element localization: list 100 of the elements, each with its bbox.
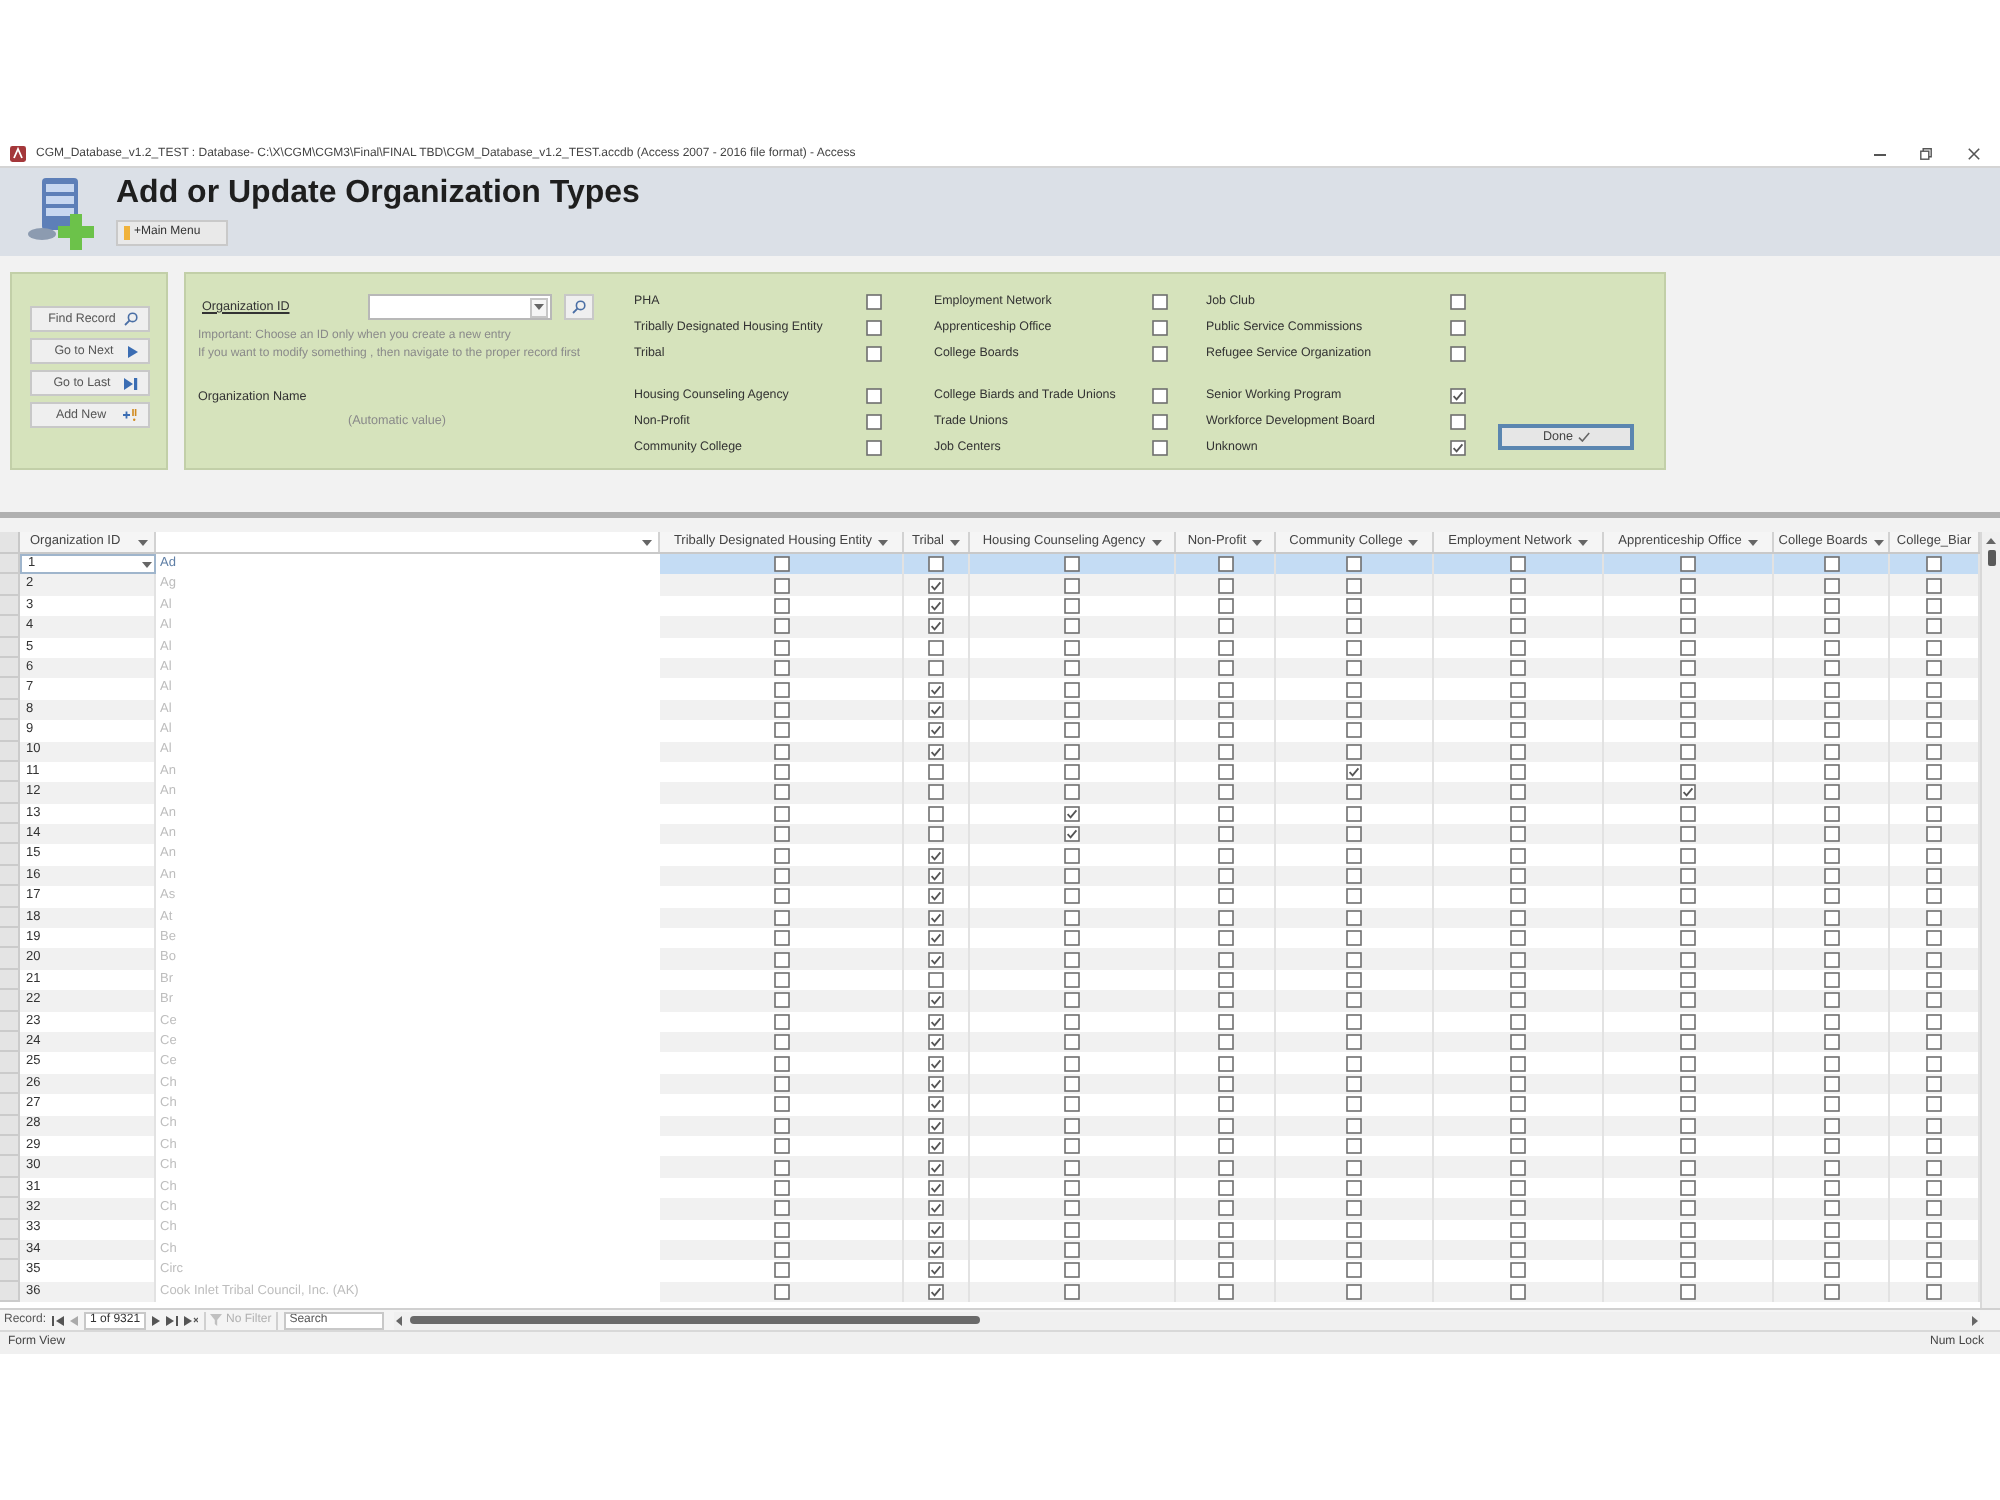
checkbox[interactable] <box>1823 951 1839 968</box>
checkbox[interactable] <box>773 1242 789 1259</box>
checkbox[interactable] <box>1680 743 1696 760</box>
checkbox[interactable] <box>1064 847 1080 864</box>
checkbox[interactable] <box>928 1159 944 1176</box>
checkbox[interactable] <box>1510 743 1526 760</box>
checkbox[interactable] <box>928 1055 944 1072</box>
checkbox[interactable] <box>1346 1096 1362 1113</box>
checkbox[interactable] <box>928 1179 944 1196</box>
checkbox[interactable] <box>773 930 789 947</box>
checkbox[interactable] <box>1926 1221 1942 1238</box>
checkbox[interactable] <box>1680 1013 1696 1030</box>
scroll-left-icon[interactable] <box>395 1315 402 1325</box>
vertical-scrollbar[interactable] <box>1980 532 2000 1308</box>
checkbox[interactable] <box>1510 1096 1526 1113</box>
checkbox[interactable] <box>1510 1262 1526 1279</box>
checkbox[interactable] <box>773 1055 789 1072</box>
checkbox[interactable] <box>1346 701 1362 718</box>
checkbox[interactable] <box>1217 1242 1233 1259</box>
checkbox[interactable] <box>1680 1221 1696 1238</box>
checkbox[interactable] <box>1152 439 1168 455</box>
checkbox[interactable] <box>1217 1055 1233 1072</box>
checkbox[interactable] <box>1926 701 1942 718</box>
checkbox[interactable] <box>773 1096 789 1113</box>
checkbox[interactable] <box>1152 345 1168 361</box>
checkbox[interactable] <box>928 1013 944 1030</box>
checkbox[interactable] <box>1217 1138 1233 1155</box>
checkbox[interactable] <box>1823 764 1839 781</box>
checkbox[interactable] <box>1064 1221 1080 1238</box>
checkbox[interactable] <box>773 972 789 988</box>
checkbox[interactable] <box>1823 888 1839 905</box>
checkbox[interactable] <box>1926 639 1942 656</box>
checkbox[interactable] <box>773 722 789 739</box>
checkbox[interactable] <box>1680 764 1696 781</box>
checkbox[interactable] <box>1680 868 1696 885</box>
checkbox[interactable] <box>1823 992 1839 1009</box>
checkbox[interactable] <box>1926 888 1942 905</box>
checkbox[interactable] <box>1217 639 1233 656</box>
checkbox[interactable] <box>928 1096 944 1113</box>
checkbox[interactable] <box>773 556 789 573</box>
checkbox[interactable] <box>773 1283 789 1300</box>
checkbox[interactable] <box>1510 639 1526 656</box>
checkbox[interactable] <box>1064 618 1080 635</box>
checkbox[interactable] <box>1926 1242 1942 1259</box>
checkbox[interactable] <box>1823 972 1839 988</box>
checkbox[interactable] <box>1510 868 1526 885</box>
checkbox[interactable] <box>1823 1262 1839 1279</box>
checkbox[interactable] <box>928 1283 944 1300</box>
checkbox[interactable] <box>1926 1075 1942 1092</box>
checkbox[interactable] <box>1217 1075 1233 1092</box>
checkbox[interactable] <box>1926 784 1942 801</box>
checkbox[interactable] <box>1680 1138 1696 1155</box>
checkbox[interactable] <box>1217 577 1233 594</box>
checkbox[interactable] <box>1823 722 1839 739</box>
checkbox[interactable] <box>1510 1013 1526 1030</box>
checkbox[interactable] <box>773 618 789 635</box>
checkbox[interactable] <box>1926 992 1942 1009</box>
checkbox[interactable] <box>1926 972 1942 988</box>
checkbox[interactable] <box>1823 1221 1839 1238</box>
checkbox[interactable] <box>1680 1055 1696 1072</box>
checkbox[interactable] <box>773 805 789 822</box>
checkbox[interactable] <box>928 888 944 905</box>
checkbox[interactable] <box>1346 1262 1362 1279</box>
checkbox[interactable] <box>928 722 944 739</box>
checkbox[interactable] <box>928 847 944 864</box>
checkbox[interactable] <box>1510 805 1526 822</box>
checkbox[interactable] <box>1064 681 1080 698</box>
checkbox[interactable] <box>1217 1283 1233 1300</box>
checkbox[interactable] <box>1823 930 1839 947</box>
checkbox[interactable] <box>1064 1179 1080 1196</box>
checkbox[interactable] <box>1510 826 1526 843</box>
checkbox[interactable] <box>1823 847 1839 864</box>
checkbox[interactable] <box>773 597 789 614</box>
scrollbar-thumb[interactable] <box>409 1316 980 1324</box>
checkbox[interactable] <box>1346 1283 1362 1300</box>
checkbox[interactable] <box>1346 992 1362 1009</box>
checkbox[interactable] <box>928 681 944 698</box>
checkbox[interactable] <box>1064 868 1080 885</box>
checkbox[interactable] <box>1064 972 1080 988</box>
checkbox[interactable] <box>1064 784 1080 801</box>
checkbox[interactable] <box>1064 639 1080 656</box>
checkbox[interactable] <box>1680 909 1696 926</box>
checkbox[interactable] <box>866 413 882 429</box>
checkbox[interactable] <box>1217 701 1233 718</box>
checkbox[interactable] <box>866 319 882 335</box>
checkbox[interactable] <box>1064 701 1080 718</box>
checkbox[interactable] <box>928 1138 944 1155</box>
checkbox[interactable] <box>773 1179 789 1196</box>
checkbox[interactable] <box>1823 1179 1839 1196</box>
checkbox[interactable] <box>1510 972 1526 988</box>
checkbox[interactable] <box>1346 805 1362 822</box>
checkbox[interactable] <box>1217 1221 1233 1238</box>
checkbox[interactable] <box>1064 1283 1080 1300</box>
checkbox[interactable] <box>1680 951 1696 968</box>
checkbox[interactable] <box>773 951 789 968</box>
checkbox[interactable] <box>1064 1159 1080 1176</box>
checkbox[interactable] <box>773 1221 789 1238</box>
checkbox[interactable] <box>1510 577 1526 594</box>
checkbox[interactable] <box>1346 743 1362 760</box>
checkbox[interactable] <box>1823 577 1839 594</box>
